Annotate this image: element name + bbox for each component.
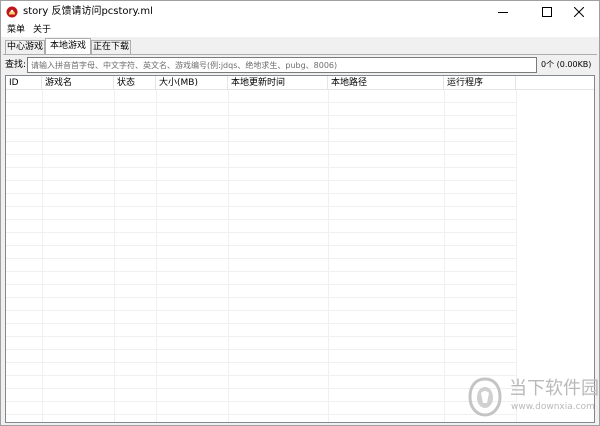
menu-item-about[interactable]: 关于 [33,24,51,36]
column-divider [444,90,445,422]
menu-item-main[interactable]: 菜单 [7,24,25,36]
search-input[interactable] [27,57,537,73]
column-header-status[interactable]: 状态 [114,76,156,90]
table-body [6,90,516,422]
minimize-icon [498,12,508,13]
menu-bar: 菜单 关于 [1,23,599,37]
watermark-name: 当下软件园 [509,378,599,399]
tab-center-games[interactable]: 中心游戏 [5,40,45,55]
column-divider [114,90,115,422]
column-header-local-path[interactable]: 本地路径 [328,76,444,90]
minimize-button[interactable] [481,1,525,23]
close-icon [574,7,584,17]
tab-local-games[interactable]: 本地游戏 [45,38,91,55]
tab-downloading[interactable]: 正在下载 [91,40,131,55]
column-divider [42,90,43,422]
games-table[interactable]: ID 游戏名 状态 大小(MB) 本地更新时间 本地路径 运行程序 [5,75,595,423]
watermark-url: www.downxia.com [511,402,595,412]
column-divider [328,90,329,422]
red-seal-icon [6,6,18,18]
tab-strip: 中心游戏 正在下载 本地游戏 [1,37,599,55]
downxia-logo-icon [468,377,502,417]
title-bar[interactable]: story 反馈请访问pcstory.ml [1,1,599,23]
maximize-icon [542,7,552,17]
column-header-size[interactable]: 大小(MB) [156,76,228,90]
watermark: 当下软件园 www.downxia.com [463,373,599,421]
column-header-game-name[interactable]: 游戏名 [42,76,114,90]
window-title: story 反馈请访问pcstory.ml [23,6,153,17]
column-divider [228,90,229,422]
column-header-update-time[interactable]: 本地更新时间 [228,76,328,90]
app-window: story 反馈请访问pcstory.ml 菜单 关于 中心游戏 正在下载 本地… [0,0,600,426]
table-header: ID 游戏名 状态 大小(MB) 本地更新时间 本地路径 运行程序 [6,76,594,90]
game-count-text: 0个 (0.00KB) [541,60,592,69]
column-header-id[interactable]: ID [6,76,42,90]
local-games-panel: 查找: 0个 (0.00KB) ID 游戏名 状态 大小(MB) 本地更新时间 … [3,54,597,424]
column-header-run-program[interactable]: 运行程序 [444,76,516,90]
close-button[interactable] [559,1,599,23]
search-label: 查找: [5,60,27,70]
column-divider [156,90,157,422]
